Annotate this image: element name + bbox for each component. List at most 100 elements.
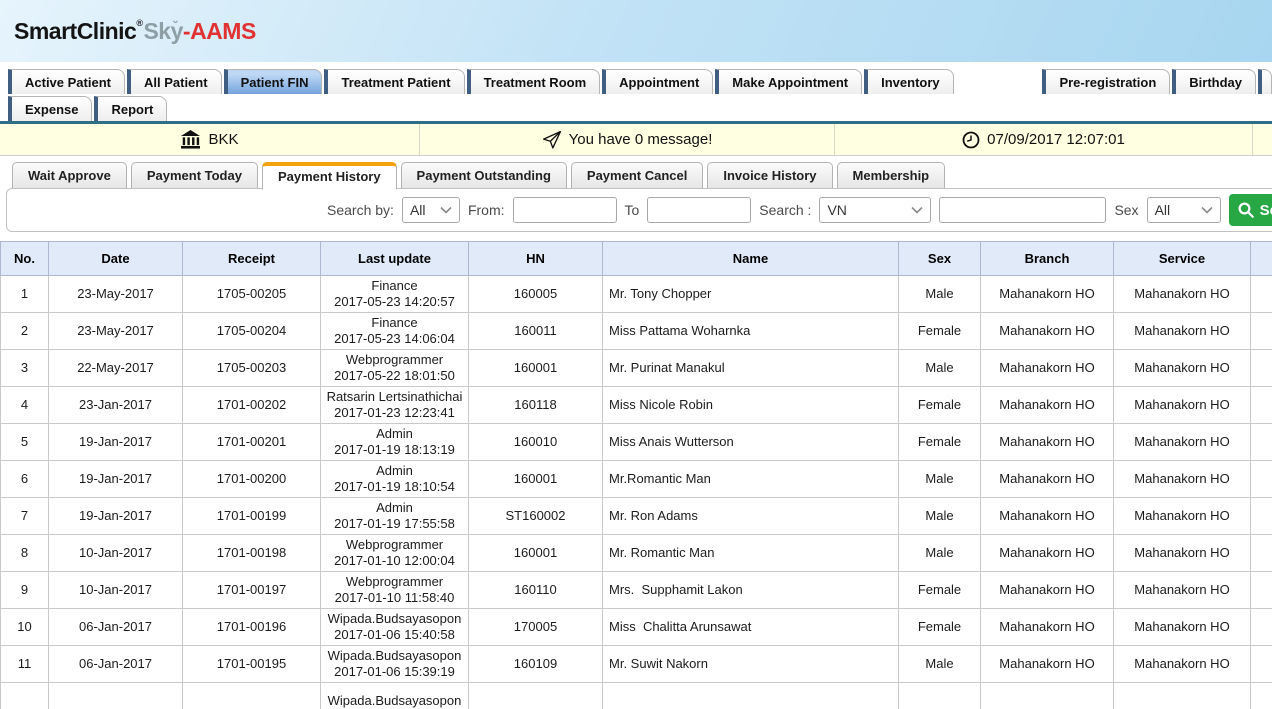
search-by-select[interactable]: All [402,197,460,223]
cell-sex: Male [899,350,981,387]
cell-service [1114,683,1251,709]
table-row[interactable]: 519-Jan-20171701-00201Admin2017-01-19 18… [1,424,1272,461]
cell-branch: Mahanakorn HO [981,461,1114,498]
subtab-payment-today[interactable]: Payment Today [131,162,258,189]
tab-treatment-patient[interactable]: Treatment Patient [324,69,464,94]
search-type-select[interactable]: VN [819,197,931,223]
cell-extra [1251,646,1272,683]
cell-branch: Mahanakorn HO [981,276,1114,313]
cell-no: 8 [1,535,49,572]
cell-patient-name: Mr. Suwit Nakorn [603,646,899,683]
cell-patient-name: Mr. Ron Adams [603,498,899,535]
cell-no: 6 [1,461,49,498]
cell-service: Mahanakorn HO [1114,646,1251,683]
cell-no: 11 [1,646,49,683]
cell-patient-name: Mr. Romantic Man [603,535,899,572]
cell-hn: 160011 [469,313,603,350]
search-term-input[interactable] [939,197,1106,223]
last-update-time: 2017-01-23 12:23:41 [324,405,465,421]
cell-service: Mahanakorn HO [1114,535,1251,572]
message-indicator[interactable]: You have 0 message! [420,124,835,155]
subtab-payment-cancel[interactable]: Payment Cancel [571,162,703,189]
tab-make-appointment[interactable]: Make Appointment [715,69,862,94]
chevron-down-icon [440,206,452,214]
tab-pre-registration[interactable]: Pre-registration [1042,69,1170,94]
cell-last-update: Admin2017-01-19 18:10:54 [321,461,469,498]
subtab-membership[interactable]: Membership [837,162,946,189]
table-row[interactable]: 810-Jan-20171701-00198Webprogrammer2017-… [1,535,1272,572]
tab-inventory[interactable]: Inventory [864,69,954,94]
search-type-label: Search : [759,202,811,218]
registered-mark: ® [136,18,142,28]
from-date-input[interactable] [513,197,617,223]
cell-date: 06-Jan-2017 [49,609,183,646]
tab-birthday[interactable]: Birthday [1172,69,1256,94]
header-hn: HN [469,242,603,276]
cell-no: 9 [1,572,49,609]
cell-no: 4 [1,387,49,424]
branch-label: BKK [208,131,238,148]
cell-no: 2 [1,313,49,350]
tab-all-patient[interactable]: All Patient [127,69,222,94]
table-row[interactable]: 1006-Jan-20171701-00196Wipada.Budsayasop… [1,609,1272,646]
cell-no [1,683,49,709]
tab-patient-fin[interactable]: Patient FIN [224,69,323,94]
table-row[interactable]: 123-May-20171705-00205Finance2017-05-23 … [1,276,1272,313]
last-update-time: 2017-01-10 11:58:40 [324,590,465,606]
cell-date: 06-Jan-2017 [49,646,183,683]
magnifier-icon [1237,201,1255,219]
table-row[interactable]: 1106-Jan-20171701-00195Wipada.Budsayasop… [1,646,1272,683]
header-branch: Branch [981,242,1114,276]
search-type-selected-value: VN [827,202,846,218]
cell-branch: Mahanakorn HO [981,535,1114,572]
tab-active-patient[interactable]: Active Patient [8,69,125,94]
table-row[interactable]: 322-May-20171705-00203Webprogrammer2017-… [1,350,1272,387]
clock-icon [962,131,980,149]
table-header-row: No. Date Receipt Last update HN Name Sex… [1,242,1272,276]
cell-extra [1251,683,1272,709]
chevron-down-icon [1201,206,1213,214]
cell-receipt: 1701-00201 [183,424,321,461]
table-row[interactable]: Wipada.Budsayasopon [1,683,1272,709]
cell-extra [1251,609,1272,646]
tab-expense[interactable]: Expense [8,96,92,121]
to-date-input[interactable] [647,197,751,223]
datetime-label: 07/09/2017 12:07:01 [987,131,1125,148]
cell-receipt: 1701-00196 [183,609,321,646]
sex-select[interactable]: All [1147,197,1221,223]
search-button[interactable]: Search [1229,194,1272,226]
last-update-time: 2017-05-22 18:01:50 [324,368,465,384]
last-update-user: Finance [324,278,465,294]
to-label: To [625,202,640,218]
tab-treatment-room[interactable]: Treatment Room [467,69,601,94]
search-button-label: Search [1260,202,1272,219]
subtab-wait-approve[interactable]: Wait Approve [12,162,127,189]
tab-clipped[interactable] [1258,69,1272,94]
table-row[interactable]: 910-Jan-20171701-00197Webprogrammer2017-… [1,572,1272,609]
cell-hn [469,683,603,709]
cell-service: Mahanakorn HO [1114,609,1251,646]
cell-sex: Female [899,572,981,609]
cell-hn: 160118 [469,387,603,424]
cell-hn: 160001 [469,350,603,387]
cell-last-update: Admin2017-01-19 18:13:19 [321,424,469,461]
header-service: Service [1114,242,1251,276]
table-row[interactable]: 619-Jan-20171701-00200Admin2017-01-19 18… [1,461,1272,498]
table-row[interactable]: 719-Jan-20171701-00199Admin2017-01-19 17… [1,498,1272,535]
subtab-payment-history[interactable]: Payment History [262,162,397,190]
cell-extra [1251,535,1272,572]
cell-last-update: Finance2017-05-23 14:06:04 [321,313,469,350]
table-row[interactable]: 423-Jan-20171701-00202Ratsarin Lertsinat… [1,387,1272,424]
cell-hn: 160001 [469,461,603,498]
cell-last-update: Webprogrammer2017-01-10 11:58:40 [321,572,469,609]
table-row[interactable]: 223-May-20171705-00204Finance2017-05-23 … [1,313,1272,350]
cell-service: Mahanakorn HO [1114,572,1251,609]
last-update-time: 2017-01-06 15:40:58 [324,627,465,643]
tab-report[interactable]: Report [94,96,167,121]
cell-hn: 160110 [469,572,603,609]
subtab-payment-outstanding[interactable]: Payment Outstanding [401,162,567,189]
tab-appointment[interactable]: Appointment [602,69,713,94]
subtab-invoice-history[interactable]: Invoice History [707,162,832,189]
cell-patient-name: Miss Pattama Woharnka [603,313,899,350]
last-update-time: 2017-01-06 15:39:19 [324,664,465,680]
